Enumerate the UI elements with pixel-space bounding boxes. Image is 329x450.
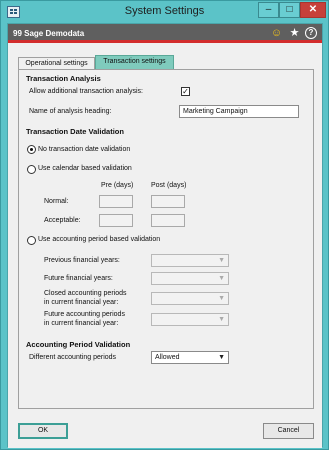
different-periods-label: Different accounting periods [29, 354, 117, 361]
smiley-icon[interactable]: ☺ [270, 27, 283, 40]
no-validation-label[interactable]: No transaction date validation [38, 146, 130, 153]
minimize-button[interactable]: – [258, 2, 279, 18]
app-bar: 99 Sage Demodata ☺ ★ ? [8, 24, 322, 43]
pre-days-header: Pre (days) [101, 182, 134, 189]
analysis-heading-name-label: Name of analysis heading: [29, 108, 112, 115]
period-validation-heading: Accounting Period Validation [26, 340, 131, 349]
closed-periods-dropdown[interactable]: ▼ [151, 292, 229, 305]
analysis-heading-name-input[interactable]: Marketing Campaign [179, 105, 299, 118]
transaction-settings-panel: Transaction Analysis Allow additional tr… [18, 69, 314, 409]
chevron-down-icon: ▼ [218, 275, 225, 282]
previous-years-dropdown[interactable]: ▼ [151, 254, 229, 267]
checkmark-icon: ✓ [182, 87, 189, 96]
tab-transaction-settings[interactable]: Transaction settings [95, 55, 174, 70]
transaction-analysis-heading: Transaction Analysis [26, 74, 101, 83]
cancel-button[interactable]: Cancel [263, 423, 314, 439]
date-validation-heading: Transaction Date Validation [26, 127, 124, 136]
future-years-label: Future financial years: [44, 275, 113, 282]
company-name: 99 Sage Demodata [13, 29, 85, 38]
calendar-validation-radio[interactable] [27, 165, 36, 174]
previous-years-label: Previous financial years: [44, 257, 120, 264]
future-periods-dropdown[interactable]: ▼ [151, 313, 229, 326]
normal-pre-days-input[interactable] [99, 195, 133, 208]
dialog-client-area: 99 Sage Demodata ☺ ★ ? Operational setti… [7, 23, 323, 448]
chevron-down-icon: ▼ [218, 354, 225, 361]
future-periods-label-line1: Future accounting periods [44, 311, 125, 318]
chevron-down-icon: ▼ [218, 257, 225, 264]
different-periods-value: Allowed [155, 354, 180, 361]
post-days-header: Post (days) [151, 182, 187, 189]
closed-periods-label-line2: in current financial year: [44, 299, 119, 306]
calendar-validation-label[interactable]: Use calendar based validation [38, 165, 132, 172]
acceptable-label: Acceptable: [44, 217, 81, 224]
chevron-down-icon: ▼ [218, 316, 225, 323]
allow-analysis-label: Allow additional transaction analysis: [29, 88, 144, 95]
chevron-down-icon: ▼ [218, 295, 225, 302]
acceptable-pre-days-input[interactable] [99, 214, 133, 227]
normal-post-days-input[interactable] [151, 195, 185, 208]
title-bar[interactable]: System Settings – □ ✕ [1, 1, 328, 23]
acceptable-post-days-input[interactable] [151, 214, 185, 227]
close-button[interactable]: ✕ [300, 2, 326, 18]
future-years-dropdown[interactable]: ▼ [151, 272, 229, 285]
closed-periods-label-line1: Closed accounting periods [44, 290, 127, 297]
star-icon[interactable]: ★ [288, 27, 301, 40]
no-validation-radio[interactable] [27, 145, 36, 154]
different-periods-dropdown[interactable]: Allowed ▼ [151, 351, 229, 364]
ok-button[interactable]: OK [18, 423, 68, 439]
future-periods-label-line2: in current financial year: [44, 320, 119, 327]
normal-label: Normal: [44, 198, 69, 205]
system-settings-window: System Settings – □ ✕ 99 Sage Demodata ☺… [0, 0, 329, 450]
period-validation-radio[interactable] [27, 236, 36, 245]
maximize-button[interactable]: □ [279, 2, 300, 18]
dialog-footer: OK Cancel [8, 416, 322, 448]
allow-analysis-checkbox[interactable]: ✓ [181, 87, 190, 96]
period-validation-label[interactable]: Use accounting period based validation [38, 236, 160, 243]
help-icon[interactable]: ? [305, 27, 317, 39]
